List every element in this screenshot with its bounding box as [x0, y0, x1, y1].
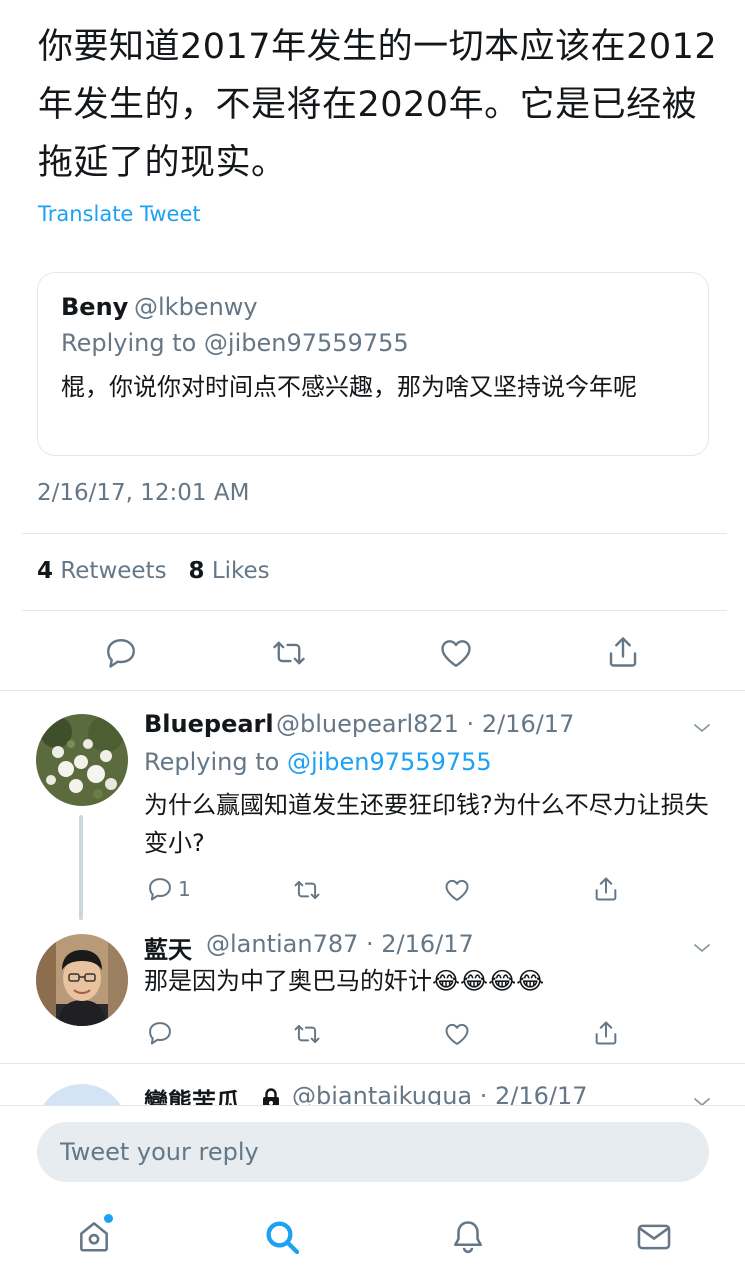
- replying-to-prefix: Replying to: [144, 748, 287, 776]
- reply-author-meta: @bluepearl821 · 2/16/17: [276, 710, 575, 738]
- quoted-tweet[interactable]: Beny @lkbenwy Replying to @jiben97559755…: [37, 272, 709, 456]
- divider: [22, 610, 727, 611]
- divider: [22, 533, 727, 534]
- share-icon[interactable]: [605, 634, 641, 670]
- likes-label: Likes: [211, 558, 270, 584]
- quoted-tweet-text: 棍，你说你对时间点不感兴趣，那为啥又坚持说今年呢: [61, 373, 637, 401]
- reply-replying-to: Replying to @jiben97559755: [144, 748, 492, 776]
- bottom-tab-bar: [0, 1195, 745, 1280]
- retweet-icon[interactable]: [292, 876, 322, 904]
- chevron-down-icon[interactable]: [690, 716, 714, 744]
- avatar-image: [36, 714, 128, 806]
- messages-envelope-icon[interactable]: [635, 1219, 673, 1255]
- like-icon[interactable]: [438, 635, 474, 671]
- reply-icon[interactable]: [146, 875, 174, 903]
- home-notification-dot: [104, 1214, 113, 1223]
- tweet-text: 你要知道2017年发生的一切本应该在2012年发生的，不是将在2020年。它是已…: [38, 27, 718, 183]
- tweet-reply-input[interactable]: [37, 1122, 709, 1182]
- thread-connector-line: [79, 815, 83, 920]
- replying-to-mention[interactable]: @jiben97559755: [287, 748, 492, 776]
- reply-text: 那是因为中了奥巴马的奸计😂😂😂😂: [144, 967, 545, 995]
- retweets-count: 4: [37, 558, 54, 584]
- share-icon[interactable]: [592, 875, 620, 903]
- search-icon[interactable]: [262, 1217, 302, 1257]
- notifications-bell-icon[interactable]: [449, 1217, 487, 1255]
- retweets-label: Retweets: [60, 558, 167, 584]
- reply-text: 为什么赢國知道发生还要狂印钱?为什么不尽力让损失变小?: [144, 791, 709, 857]
- quoted-author-handle: @lkbenwy: [134, 293, 258, 321]
- divider: [0, 690, 745, 691]
- avatar-image: [36, 934, 128, 1026]
- share-icon[interactable]: [592, 1019, 620, 1047]
- likes-stat[interactable]: 8 Likes: [189, 558, 270, 584]
- reply-author-name[interactable]: 藍天: [144, 930, 192, 965]
- avatar[interactable]: [36, 934, 128, 1026]
- tweet-action-bar: [0, 630, 745, 676]
- reply-author-name[interactable]: Bluepearl: [144, 710, 274, 738]
- tweet-timestamp: 2/16/17, 12:01 AM: [37, 480, 250, 506]
- like-icon[interactable]: [443, 876, 471, 904]
- retweet-icon[interactable]: [292, 1020, 322, 1048]
- chevron-down-icon[interactable]: [690, 936, 714, 964]
- retweet-icon[interactable]: [270, 635, 308, 671]
- compose-bar: [0, 1105, 745, 1195]
- retweets-stat[interactable]: 4 Retweets: [37, 558, 167, 584]
- reply-icon[interactable]: [146, 1019, 174, 1047]
- reply-count: 1: [178, 877, 191, 901]
- likes-count: 8: [188, 558, 205, 584]
- translate-tweet-link[interactable]: Translate Tweet: [38, 202, 201, 226]
- avatar[interactable]: [36, 714, 128, 806]
- reply-icon[interactable]: [103, 635, 139, 671]
- quoted-author-name: Beny: [61, 293, 129, 321]
- quoted-replying-to: Replying to @jiben97559755: [61, 329, 409, 357]
- divider: [0, 1063, 745, 1064]
- tweet-stats: 4 Retweets 8 Likes: [37, 558, 270, 584]
- like-icon[interactable]: [443, 1020, 471, 1048]
- reply-author-meta: @lantian787 · 2/16/17: [206, 930, 474, 958]
